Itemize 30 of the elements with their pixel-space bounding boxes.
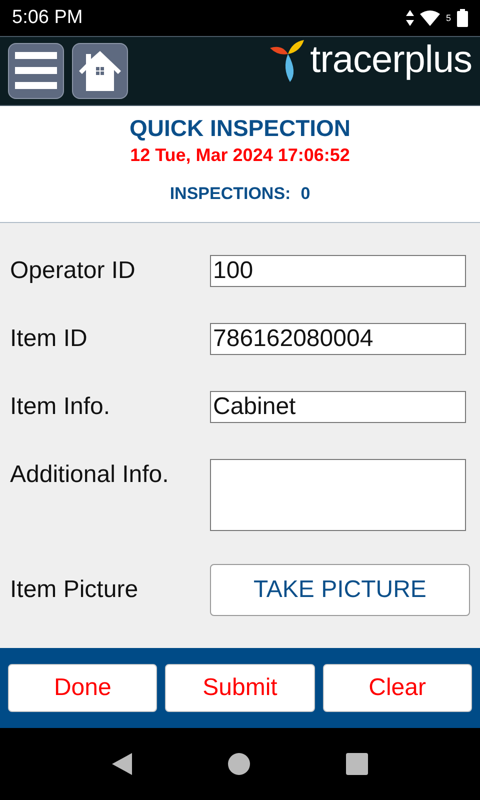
home-button[interactable] <box>72 43 128 99</box>
logo-icon <box>270 40 306 82</box>
status-time: 5:06 PM <box>12 7 83 29</box>
data-arrows-icon <box>406 10 414 26</box>
menu-icon <box>15 52 57 90</box>
field-label: Item ID <box>10 324 88 354</box>
counter-label: INSPECTIONS: <box>170 184 291 204</box>
home-circle-icon[interactable] <box>228 753 250 775</box>
home-icon <box>79 51 121 91</box>
date-time: 12 Tue, Mar 2024 17:06:52 <box>130 145 350 166</box>
field-label: Operator ID <box>10 256 136 286</box>
take-picture-button[interactable]: TAKE PICTURE <box>210 564 470 616</box>
input-field[interactable]: 786162080004 <box>210 323 466 355</box>
action-button[interactable]: Submit <box>165 664 315 712</box>
action-button[interactable]: Clear <box>322 664 472 712</box>
wifi-network-label: 5 <box>446 13 451 23</box>
counter-value: 0 <box>300 184 310 204</box>
input-field[interactable]: Cabinet <box>210 391 466 423</box>
field-label: Item Info. <box>10 392 112 422</box>
field-label: Additional Info. <box>10 460 170 490</box>
battery-icon <box>457 9 468 27</box>
field-label: Item Picture <box>10 575 140 605</box>
action-button[interactable]: Done <box>8 664 158 712</box>
logo-text: tracerplus <box>310 39 472 82</box>
menu-button[interactable] <box>8 43 64 99</box>
input-field[interactable]: 100 <box>210 255 466 287</box>
input-field[interactable] <box>210 459 466 531</box>
page-title: QUICK INSPECTION <box>129 115 351 142</box>
back-icon[interactable] <box>112 753 132 775</box>
wifi-icon <box>420 10 440 26</box>
